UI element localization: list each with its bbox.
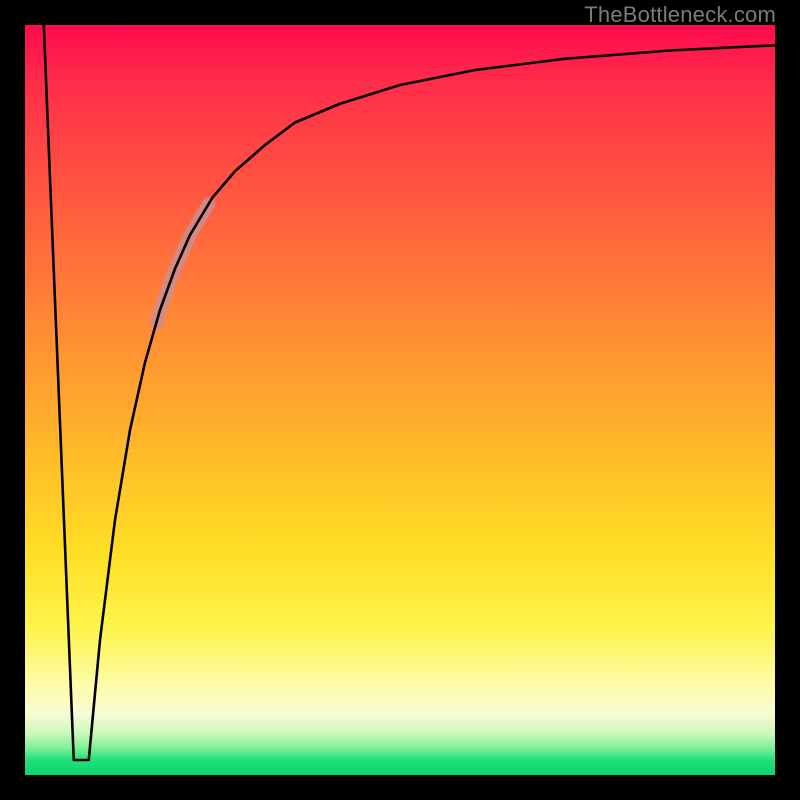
bottleneck-curve <box>44 25 775 760</box>
curve-layer <box>25 25 775 775</box>
highlight-segment <box>156 204 209 323</box>
chart-stage: TheBottleneck.com <box>0 0 800 800</box>
plot-area <box>25 25 775 775</box>
